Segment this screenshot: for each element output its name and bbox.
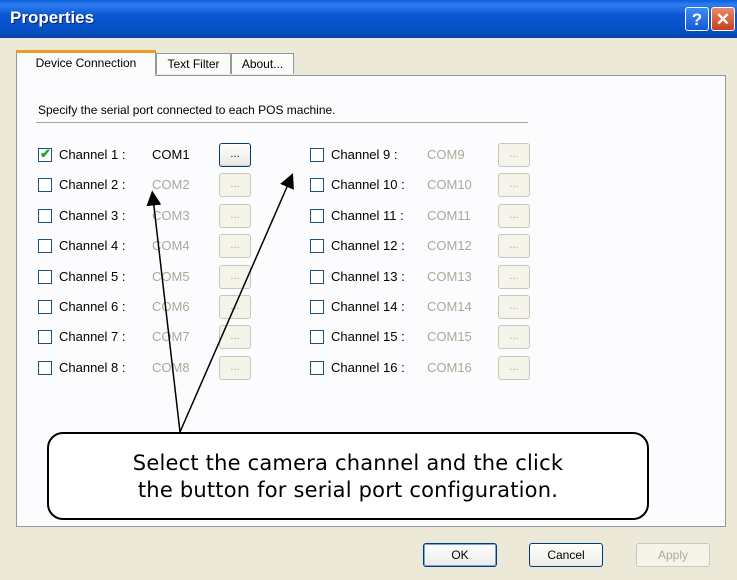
channel-3-browse-button[interactable]: ... — [219, 204, 251, 228]
instruction-text: Specify the serial port connected to eac… — [38, 103, 336, 117]
channel-3-port: COM3 — [152, 208, 190, 223]
channel-2-browse-button[interactable]: ... — [219, 173, 251, 197]
channel-13-browse-button[interactable]: ... — [498, 265, 530, 289]
channel-4-label[interactable]: Channel 4 : — [59, 238, 126, 253]
tab-about[interactable]: About... — [231, 53, 294, 74]
channel-15-label[interactable]: Channel 15 : — [331, 329, 405, 344]
channel-14-browse-button[interactable]: ... — [498, 295, 530, 319]
channel-7-checkbox[interactable] — [38, 330, 52, 344]
channel-11-browse-button[interactable]: ... — [498, 204, 530, 228]
channel-1-browse-button[interactable]: ... — [219, 143, 251, 167]
channel-4-port: COM4 — [152, 238, 190, 253]
channel-8-port: COM8 — [152, 360, 190, 375]
callout-line-2: the button for serial port configuration… — [137, 478, 559, 502]
apply-button[interactable]: Apply — [636, 543, 710, 567]
channel-12-browse-button[interactable]: ... — [498, 234, 530, 258]
channel-1-port: COM1 — [152, 147, 190, 162]
channel-8-label[interactable]: Channel 8 : — [59, 360, 126, 375]
channel-13-port: COM13 — [427, 269, 472, 284]
channel-16-browse-button[interactable]: ... — [498, 356, 530, 380]
channel-4-browse-button[interactable]: ... — [219, 234, 251, 258]
channel-10-checkbox[interactable] — [310, 178, 324, 192]
channel-6-checkbox[interactable] — [38, 300, 52, 314]
separator-line — [36, 122, 528, 123]
channel-14-label[interactable]: Channel 14 : — [331, 299, 405, 314]
cancel-button[interactable]: Cancel — [529, 543, 603, 567]
channel-9-checkbox[interactable] — [310, 148, 324, 162]
channel-11-checkbox[interactable] — [310, 209, 324, 223]
channel-2-port: COM2 — [152, 177, 190, 192]
channel-8-checkbox[interactable] — [38, 361, 52, 375]
channel-14-port: COM14 — [427, 299, 472, 314]
channel-16-port: COM16 — [427, 360, 472, 375]
title-bar[interactable]: Properties ? ✕ — [0, 0, 737, 38]
channel-5-checkbox[interactable] — [38, 270, 52, 284]
channel-15-browse-button[interactable]: ... — [498, 325, 530, 349]
channel-3-checkbox[interactable] — [38, 209, 52, 223]
channel-7-port: COM7 — [152, 329, 190, 344]
channel-9-label[interactable]: Channel 9 : — [331, 147, 398, 162]
channel-16-label[interactable]: Channel 16 : — [331, 360, 405, 375]
channel-10-port: COM10 — [427, 177, 472, 192]
channel-5-port: COM5 — [152, 269, 190, 284]
channel-2-checkbox[interactable] — [38, 178, 52, 192]
channel-6-port: COM6 — [152, 299, 190, 314]
tab-text-filter[interactable]: Text Filter — [156, 53, 231, 74]
help-button[interactable]: ? — [685, 7, 709, 31]
channel-7-browse-button[interactable]: ... — [219, 325, 251, 349]
ok-button[interactable]: OK — [423, 543, 497, 567]
channel-5-browse-button[interactable]: ... — [219, 265, 251, 289]
channel-10-label[interactable]: Channel 10 : — [331, 177, 405, 192]
channel-12-label[interactable]: Channel 12 : — [331, 238, 405, 253]
channel-10-browse-button[interactable]: ... — [498, 173, 530, 197]
channel-6-browse-button[interactable]: ... — [219, 295, 251, 319]
channel-5-label[interactable]: Channel 5 : — [59, 269, 126, 284]
checkmark-icon: ✔ — [40, 146, 51, 161]
channel-8-browse-button[interactable]: ... — [219, 356, 251, 380]
channel-1-label[interactable]: Channel 1 : — [59, 147, 126, 162]
channel-11-label[interactable]: Channel 11 : — [331, 208, 404, 223]
tab-device-connection[interactable]: Device Connection — [16, 50, 156, 76]
window-title: Properties — [10, 8, 95, 27]
channel-14-checkbox[interactable] — [310, 300, 324, 314]
channel-13-label[interactable]: Channel 13 : — [331, 269, 405, 284]
channel-12-checkbox[interactable] — [310, 239, 324, 253]
channel-2-label[interactable]: Channel 2 : — [59, 177, 126, 192]
callout-line-1: Select the camera channel and the click — [132, 451, 564, 475]
channel-15-checkbox[interactable] — [310, 330, 324, 344]
channel-7-label[interactable]: Channel 7 : — [59, 329, 126, 344]
channel-12-port: COM12 — [427, 238, 472, 253]
channel-13-checkbox[interactable] — [310, 270, 324, 284]
channel-6-label[interactable]: Channel 6 : — [59, 299, 126, 314]
callout-box: Select the camera channel and the click … — [47, 432, 649, 520]
channel-3-label[interactable]: Channel 3 : — [59, 208, 126, 223]
channel-16-checkbox[interactable] — [310, 361, 324, 375]
close-button[interactable]: ✕ — [711, 7, 735, 31]
channel-1-checkbox[interactable]: ✔ — [38, 146, 52, 162]
channel-4-checkbox[interactable] — [38, 239, 52, 253]
channel-15-port: COM15 — [427, 329, 472, 344]
channel-9-port: COM9 — [427, 147, 465, 162]
channel-9-browse-button[interactable]: ... — [498, 143, 530, 167]
channel-11-port: COM11 — [427, 208, 471, 223]
